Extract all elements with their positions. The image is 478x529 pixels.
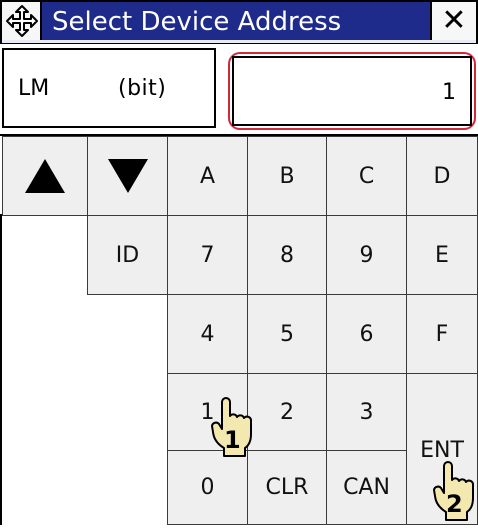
device-type: (bit) [118,76,167,101]
key-5[interactable]: 5 [247,294,327,374]
close-button[interactable]: ✕ [430,2,476,40]
key-6[interactable]: 6 [326,294,407,374]
key-9[interactable]: 9 [326,215,407,295]
pointing-hand-icon-step-2: 2 [432,460,478,525]
key-e[interactable]: E [406,215,478,295]
key-f[interactable]: F [406,294,478,374]
key-can[interactable]: CAN [326,450,407,525]
key-a[interactable]: A [167,136,248,216]
scroll-up-button[interactable] [2,136,88,216]
keypad-empty-area [0,214,88,525]
key-b[interactable]: B [247,136,327,216]
step-1-label: 1 [224,426,241,454]
key-d[interactable]: D [406,136,478,216]
key-7[interactable]: 7 [167,215,248,295]
key-c[interactable]: C [326,136,407,216]
triangle-down-icon [107,159,148,193]
scroll-down-button[interactable] [87,136,168,216]
key-2[interactable]: 2 [247,373,327,451]
move-icon[interactable] [2,2,42,40]
key-4[interactable]: 4 [167,294,248,374]
dialog-title: Select Device Address [52,7,342,37]
address-input[interactable]: 1 [232,56,472,126]
key-id[interactable]: ID [87,215,168,295]
key-3[interactable]: 3 [326,373,407,451]
pointing-hand-icon-step-1: 1 [210,396,256,468]
device-field[interactable]: LM (bit) [2,48,216,128]
keypad-empty-area [88,294,168,525]
step-2-label: 2 [446,490,463,518]
triangle-up-icon [25,159,65,193]
address-value: 1 [442,80,456,105]
device-name: LM [18,76,50,101]
key-clr[interactable]: CLR [247,450,327,525]
close-icon: ✕ [441,3,467,38]
key-8[interactable]: 8 [247,215,327,295]
